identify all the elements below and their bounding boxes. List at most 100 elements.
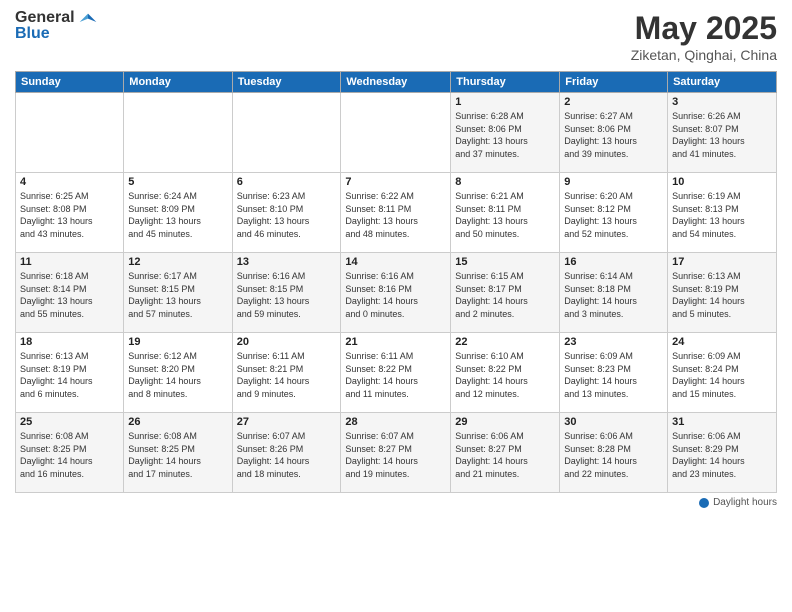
- day-cell: [124, 93, 232, 173]
- day-cell: 7 Sunrise: 6:22 AM Sunset: 8:11 PM Daylig…: [341, 173, 451, 253]
- day-cell: 21 Sunrise: 6:11 AM Sunset: 8:22 PM Dayli…: [341, 333, 451, 413]
- day-info: Sunrise: 6:09 AM Sunset: 8:24 PM Dayligh…: [672, 350, 772, 400]
- header-day-saturday: Saturday: [668, 72, 777, 93]
- day-number: 20: [237, 336, 337, 348]
- calendar-footer: Daylight hours: [15, 497, 777, 508]
- day-info: Sunrise: 6:06 AM Sunset: 8:27 PM Dayligh…: [455, 430, 555, 480]
- day-cell: 30Sunrise: 6:06 AM Sunset: 8:28 PM Dayli…: [560, 413, 668, 493]
- week-row-3: 11 Sunrise: 6:18 AM Sunset: 8:14 PM Dayli…: [16, 253, 777, 333]
- day-info: Sunrise: 6:27 AM Sunset: 8:06 PM Dayligh…: [564, 110, 663, 160]
- day-number: 4: [20, 176, 119, 188]
- day-number: 10: [672, 176, 772, 188]
- day-cell: [16, 93, 124, 173]
- day-number: 22: [455, 336, 555, 348]
- title-block: May 2025 Ziketan, Qinghai, China: [631, 10, 777, 63]
- day-cell: 15 Sunrise: 6:15 AM Sunset: 8:17 PM Dayli…: [451, 253, 560, 333]
- week-row-2: 4 Sunrise: 6:25 AM Sunset: 8:08 PM Daylig…: [16, 173, 777, 253]
- header-day-wednesday: Wednesday: [341, 72, 451, 93]
- day-info: Sunrise: 6:11 AM Sunset: 8:22 PM Dayligh…: [345, 350, 446, 400]
- day-cell: 23 Sunrise: 6:09 AM Sunset: 8:23 PM Dayli…: [560, 333, 668, 413]
- day-number: 18: [20, 336, 119, 348]
- day-number: 15: [455, 256, 555, 268]
- day-info: Sunrise: 6:08 AM Sunset: 8:25 PM Dayligh…: [20, 430, 119, 480]
- day-number: 21: [345, 336, 446, 348]
- day-number: 7: [345, 176, 446, 188]
- header-day-monday: Monday: [124, 72, 232, 93]
- day-info: Sunrise: 6:10 AM Sunset: 8:22 PM Dayligh…: [455, 350, 555, 400]
- day-info: Sunrise: 6:09 AM Sunset: 8:23 PM Dayligh…: [564, 350, 663, 400]
- day-info: Sunrise: 6:26 AM Sunset: 8:07 PM Dayligh…: [672, 110, 772, 160]
- day-number: 29: [455, 416, 555, 428]
- day-info: Sunrise: 6:16 AM Sunset: 8:15 PM Dayligh…: [237, 270, 337, 320]
- day-info: Sunrise: 6:28 AM Sunset: 8:06 PM Dayligh…: [455, 110, 555, 160]
- day-cell: 18Sunrise: 6:13 AM Sunset: 8:19 PM Dayli…: [16, 333, 124, 413]
- day-cell: 24 Sunrise: 6:09 AM Sunset: 8:24 PM Dayli…: [668, 333, 777, 413]
- day-info: Sunrise: 6:14 AM Sunset: 8:18 PM Dayligh…: [564, 270, 663, 320]
- day-number: 24: [672, 336, 772, 348]
- day-number: 5: [128, 176, 227, 188]
- day-cell: 4 Sunrise: 6:25 AM Sunset: 8:08 PM Daylig…: [16, 173, 124, 253]
- day-cell: 31Sunrise: 6:06 AM Sunset: 8:29 PM Dayli…: [668, 413, 777, 493]
- day-cell: 13Sunrise: 6:16 AM Sunset: 8:15 PM Dayli…: [232, 253, 341, 333]
- day-info: Sunrise: 6:08 AM Sunset: 8:25 PM Dayligh…: [128, 430, 227, 480]
- day-info: Sunrise: 6:16 AM Sunset: 8:16 PM Dayligh…: [345, 270, 446, 320]
- day-info: Sunrise: 6:25 AM Sunset: 8:08 PM Dayligh…: [20, 190, 119, 240]
- day-cell: 16 Sunrise: 6:14 AM Sunset: 8:18 PM Dayli…: [560, 253, 668, 333]
- daylight-label: Daylight hours: [713, 497, 777, 508]
- day-cell: 10 Sunrise: 6:19 AM Sunset: 8:13 PM Dayli…: [668, 173, 777, 253]
- day-cell: [341, 93, 451, 173]
- day-cell: 5 Sunrise: 6:24 AM Sunset: 8:09 PM Daylig…: [124, 173, 232, 253]
- day-number: 25: [20, 416, 119, 428]
- day-cell: 12Sunrise: 6:17 AM Sunset: 8:15 PM Dayli…: [124, 253, 232, 333]
- week-row-1: 1Sunrise: 6:28 AM Sunset: 8:06 PM Daylig…: [16, 93, 777, 173]
- main-title: May 2025: [631, 10, 777, 47]
- day-info: Sunrise: 6:18 AM Sunset: 8:14 PM Dayligh…: [20, 270, 119, 320]
- day-info: Sunrise: 6:23 AM Sunset: 8:10 PM Dayligh…: [237, 190, 337, 240]
- day-info: Sunrise: 6:19 AM Sunset: 8:13 PM Dayligh…: [672, 190, 772, 240]
- day-info: Sunrise: 6:07 AM Sunset: 8:26 PM Dayligh…: [237, 430, 337, 480]
- header-row: SundayMondayTuesdayWednesdayThursdayFrid…: [16, 72, 777, 93]
- day-info: Sunrise: 6:07 AM Sunset: 8:27 PM Dayligh…: [345, 430, 446, 480]
- footer-daylight: Daylight hours: [699, 497, 777, 508]
- logo-blue: Blue: [15, 26, 75, 42]
- day-number: 8: [455, 176, 555, 188]
- day-number: 6: [237, 176, 337, 188]
- day-number: 16: [564, 256, 663, 268]
- day-number: 11: [20, 256, 119, 268]
- day-info: Sunrise: 6:11 AM Sunset: 8:21 PM Dayligh…: [237, 350, 337, 400]
- day-number: 17: [672, 256, 772, 268]
- day-info: Sunrise: 6:17 AM Sunset: 8:15 PM Dayligh…: [128, 270, 227, 320]
- day-number: 2: [564, 96, 663, 108]
- daylight-dot: [699, 498, 709, 508]
- day-cell: 11 Sunrise: 6:18 AM Sunset: 8:14 PM Dayli…: [16, 253, 124, 333]
- day-number: 27: [237, 416, 337, 428]
- day-cell: 2 Sunrise: 6:27 AM Sunset: 8:06 PM Daylig…: [560, 93, 668, 173]
- logo: General Blue: [15, 10, 98, 42]
- day-info: Sunrise: 6:15 AM Sunset: 8:17 PM Dayligh…: [455, 270, 555, 320]
- day-number: 26: [128, 416, 227, 428]
- day-cell: 28Sunrise: 6:07 AM Sunset: 8:27 PM Dayli…: [341, 413, 451, 493]
- calendar-table: SundayMondayTuesdayWednesdayThursdayFrid…: [15, 71, 777, 493]
- day-cell: 26 Sunrise: 6:08 AM Sunset: 8:25 PM Dayli…: [124, 413, 232, 493]
- day-cell: 17 Sunrise: 6:13 AM Sunset: 8:19 PM Dayli…: [668, 253, 777, 333]
- day-cell: 14Sunrise: 6:16 AM Sunset: 8:16 PM Dayli…: [341, 253, 451, 333]
- day-number: 23: [564, 336, 663, 348]
- day-info: Sunrise: 6:22 AM Sunset: 8:11 PM Dayligh…: [345, 190, 446, 240]
- header-day-sunday: Sunday: [16, 72, 124, 93]
- day-cell: 25 Sunrise: 6:08 AM Sunset: 8:25 PM Dayli…: [16, 413, 124, 493]
- day-cell: 19Sunrise: 6:12 AM Sunset: 8:20 PM Dayli…: [124, 333, 232, 413]
- header-day-thursday: Thursday: [451, 72, 560, 93]
- subtitle: Ziketan, Qinghai, China: [631, 47, 777, 63]
- day-info: Sunrise: 6:06 AM Sunset: 8:29 PM Dayligh…: [672, 430, 772, 480]
- logo-general: General: [15, 10, 75, 26]
- header-day-friday: Friday: [560, 72, 668, 93]
- day-number: 30: [564, 416, 663, 428]
- day-cell: 22 Sunrise: 6:10 AM Sunset: 8:22 PM Dayli…: [451, 333, 560, 413]
- day-cell: 1Sunrise: 6:28 AM Sunset: 8:06 PM Daylig…: [451, 93, 560, 173]
- day-cell: 3Sunrise: 6:26 AM Sunset: 8:07 PM Daylig…: [668, 93, 777, 173]
- calendar-body: 1Sunrise: 6:28 AM Sunset: 8:06 PM Daylig…: [16, 93, 777, 493]
- day-info: Sunrise: 6:13 AM Sunset: 8:19 PM Dayligh…: [672, 270, 772, 320]
- day-cell: [232, 93, 341, 173]
- day-info: Sunrise: 6:24 AM Sunset: 8:09 PM Dayligh…: [128, 190, 227, 240]
- day-cell: 6 Sunrise: 6:23 AM Sunset: 8:10 PM Daylig…: [232, 173, 341, 253]
